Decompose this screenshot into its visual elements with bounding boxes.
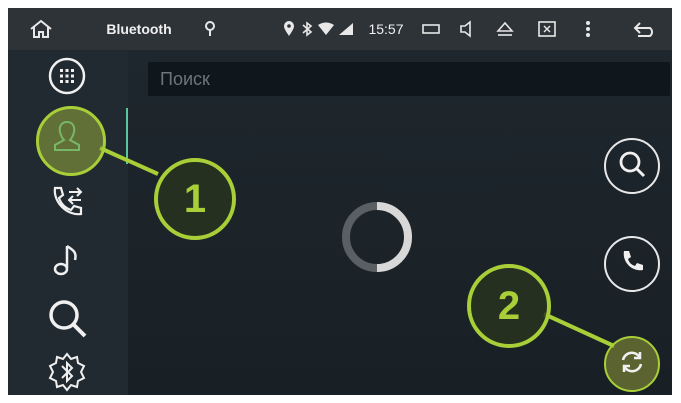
- loading-spinner: [342, 202, 413, 272]
- refresh-button[interactable]: [604, 336, 660, 392]
- annotation-badge-1: 1: [154, 158, 236, 240]
- sidebar: [8, 50, 129, 395]
- wifi-icon: [316, 8, 336, 50]
- search-icon: [45, 296, 89, 345]
- location-icon: [280, 8, 298, 50]
- refresh-icon: [617, 347, 647, 382]
- status-time: 15:57: [368, 21, 404, 37]
- bluetooth-pin-icon: [200, 8, 220, 50]
- search-input[interactable]: Поиск: [148, 62, 670, 96]
- music-icon: [47, 240, 87, 285]
- phone-icon: [618, 248, 646, 281]
- annotation-highlight-contacts: [36, 106, 106, 176]
- call-button[interactable]: [604, 236, 660, 292]
- search-icon: [617, 149, 647, 184]
- search-placeholder: Поиск: [160, 69, 210, 89]
- sidebar-item-bluetooth-settings[interactable]: [40, 350, 94, 395]
- call-log-icon: [47, 182, 87, 227]
- sidebar-item-music[interactable]: [40, 238, 94, 286]
- status-bar: Bluetooth 15:57: [8, 8, 672, 50]
- sidebar-item-dialpad[interactable]: [40, 54, 94, 102]
- search-button[interactable]: [604, 138, 660, 194]
- bluetooth-settings-icon: [46, 351, 88, 396]
- back-icon[interactable]: [628, 8, 662, 50]
- status-title: Bluetooth: [106, 21, 172, 37]
- dialpad-icon: [48, 57, 86, 100]
- eject-icon[interactable]: [492, 8, 518, 50]
- signal-icon: [336, 8, 356, 50]
- volume-icon[interactable]: [454, 8, 480, 50]
- sidebar-item-search[interactable]: [40, 296, 94, 344]
- home-icon[interactable]: [24, 8, 58, 50]
- screen-icon[interactable]: [418, 8, 444, 50]
- sidebar-item-call-log[interactable]: [40, 180, 94, 228]
- close-window-icon[interactable]: [534, 8, 560, 50]
- bluetooth-icon: [298, 8, 316, 50]
- bluetooth-app-screen: Bluetooth 15:57 Поиск 1 2: [8, 8, 672, 395]
- more-vert-icon[interactable]: [578, 8, 598, 50]
- annotation-badge-2: 2: [467, 264, 551, 348]
